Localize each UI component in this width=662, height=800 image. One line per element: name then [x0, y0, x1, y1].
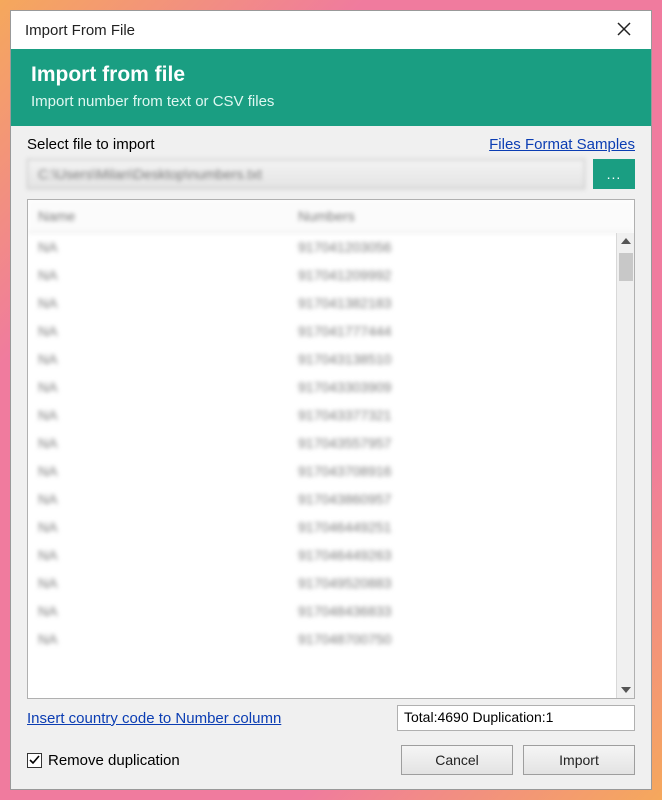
table-row[interactable]: NA917041203056 [28, 233, 616, 261]
header-subtitle: Import number from text or CSV files [31, 93, 631, 110]
table-row[interactable]: NA917041209992 [28, 261, 616, 289]
cell-number: 917049520883 [298, 575, 606, 591]
header-banner: Import from file Import number from text… [11, 49, 651, 126]
cell-name: NA [38, 351, 298, 367]
remove-duplication-label: Remove duplication [48, 752, 180, 769]
under-table-row: Insert country code to Number column Tot… [27, 705, 635, 731]
table-row[interactable]: NA917043377321 [28, 401, 616, 429]
scroll-down-icon[interactable] [621, 687, 631, 693]
table-row[interactable]: NA917048436833 [28, 597, 616, 625]
cell-name: NA [38, 435, 298, 451]
table-row[interactable]: NA917049520883 [28, 569, 616, 597]
content-area: Select file to import Files Format Sampl… [11, 126, 651, 789]
table-row[interactable]: NA917041777444 [28, 317, 616, 345]
vertical-scrollbar[interactable] [616, 233, 634, 698]
table-row[interactable]: NA917046449251 [28, 513, 616, 541]
cell-name: NA [38, 295, 298, 311]
insert-country-code-link[interactable]: Insert country code to Number column [27, 710, 281, 727]
cell-name: NA [38, 631, 298, 647]
dialog-buttons: Cancel Import [401, 745, 635, 775]
cell-name: NA [38, 267, 298, 283]
cell-number: 917041203056 [298, 239, 606, 255]
window-title: Import From File [25, 22, 135, 39]
cell-name: NA [38, 603, 298, 619]
cell-number: 917043557957 [298, 435, 606, 451]
table-row[interactable]: NA917041382183 [28, 289, 616, 317]
cell-number: 917043708916 [298, 463, 606, 479]
cell-number: 917041382183 [298, 295, 606, 311]
table-row[interactable]: NA917046449263 [28, 541, 616, 569]
cell-number: 917043860957 [298, 491, 606, 507]
table-row[interactable]: NA917043860957 [28, 485, 616, 513]
cell-name: NA [38, 239, 298, 255]
file-input-row: C:\Users\Milan\Desktop\numbers.txt ... [27, 159, 635, 189]
file-path-input[interactable]: C:\Users\Milan\Desktop\numbers.txt [27, 159, 585, 189]
import-dialog: Import From File Import from file Import… [10, 10, 652, 790]
table-row[interactable]: NA917043708916 [28, 457, 616, 485]
remove-duplication-checkbox[interactable]: Remove duplication [27, 752, 180, 769]
scroll-thumb[interactable] [619, 253, 633, 281]
scroll-up-icon[interactable] [621, 238, 631, 244]
close-icon[interactable] [611, 20, 637, 41]
files-format-samples-link[interactable]: Files Format Samples [489, 136, 635, 153]
cell-name: NA [38, 379, 298, 395]
status-display: Total:4690 Duplication:1 [397, 705, 635, 731]
table-row[interactable]: NA917043557957 [28, 429, 616, 457]
cell-number: 917043303909 [298, 379, 606, 395]
file-select-labels: Select file to import Files Format Sampl… [27, 136, 635, 153]
select-file-label: Select file to import [27, 136, 155, 153]
cell-number: 917043377321 [298, 407, 606, 423]
cell-number: 917046449263 [298, 547, 606, 563]
cell-name: NA [38, 491, 298, 507]
table-body: NA917041203056NA917041209992NA9170413821… [28, 233, 634, 698]
table-row[interactable]: NA917043303909 [28, 373, 616, 401]
import-button[interactable]: Import [523, 745, 635, 775]
cell-name: NA [38, 519, 298, 535]
column-name-header[interactable]: Name [38, 208, 298, 224]
cell-number: 917041777444 [298, 323, 606, 339]
table-header: Name Numbers [28, 200, 634, 233]
cell-name: NA [38, 547, 298, 563]
cell-name: NA [38, 463, 298, 479]
table-row[interactable]: NA917043138510 [28, 345, 616, 373]
browse-button[interactable]: ... [593, 159, 635, 189]
table-row[interactable]: NA917048700750 [28, 625, 616, 653]
cell-name: NA [38, 575, 298, 591]
header-title: Import from file [31, 63, 631, 87]
cell-number: 917048700750 [298, 631, 606, 647]
cell-number: 917048436833 [298, 603, 606, 619]
cell-name: NA [38, 323, 298, 339]
cancel-button[interactable]: Cancel [401, 745, 513, 775]
data-table: Name Numbers NA917041203056NA91704120999… [27, 199, 635, 699]
cell-number: 917046449251 [298, 519, 606, 535]
titlebar: Import From File [11, 11, 651, 49]
checkbox-icon[interactable] [27, 753, 42, 768]
cell-name: NA [38, 407, 298, 423]
cell-number: 917043138510 [298, 351, 606, 367]
bottom-row: Remove duplication Cancel Import [27, 745, 635, 775]
cell-number: 917041209992 [298, 267, 606, 283]
column-numbers-header[interactable]: Numbers [298, 208, 624, 224]
